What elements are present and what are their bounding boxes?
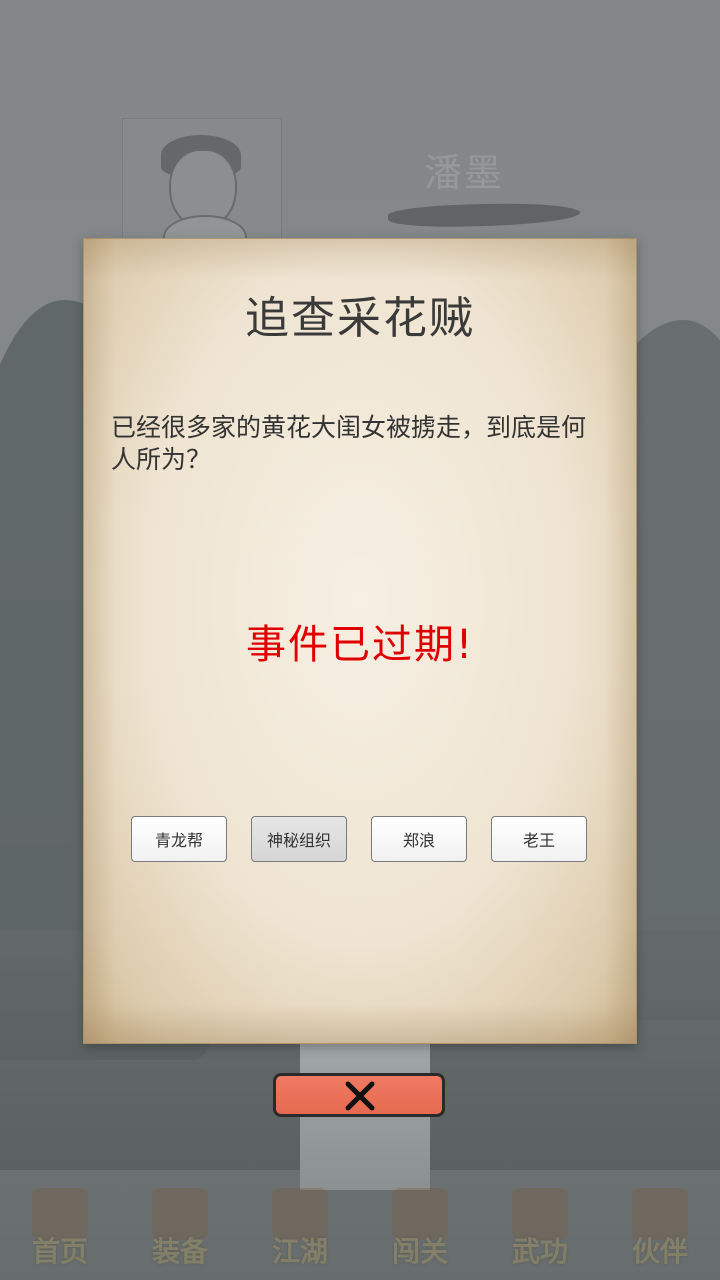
- close-button[interactable]: [273, 1073, 445, 1117]
- answer-options: 青龙帮 神秘组织 郑浪 老王: [131, 816, 591, 864]
- option-button-laowang[interactable]: 老王: [491, 816, 587, 862]
- close-x-icon: [345, 1081, 375, 1111]
- event-expired-text: 事件已过期!: [245, 622, 475, 668]
- dialog-title: 追查采花贼: [245, 293, 475, 344]
- option-button-zhenglang[interactable]: 郑浪: [371, 816, 467, 862]
- option-button-qinglongbang[interactable]: 青龙帮: [131, 816, 227, 862]
- option-button-mysterious-org[interactable]: 神秘组织: [251, 816, 347, 862]
- dialog-body-text: 已经很多家的黄花大闺女被掳走，到底是何人所为？: [111, 413, 587, 474]
